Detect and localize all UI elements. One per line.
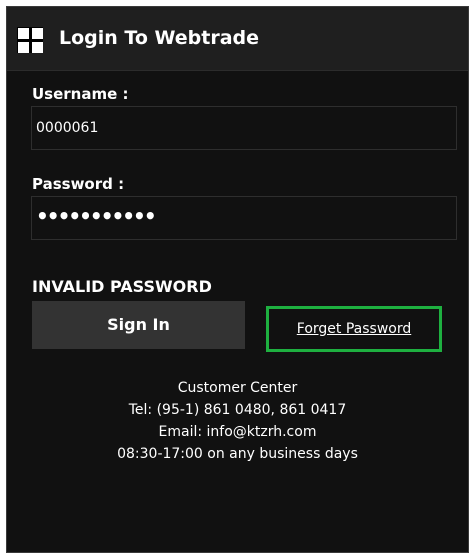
login-panel: Login To Webtrade Username : 0000061 Pas… [6, 6, 469, 553]
customer-center-info: Customer Center Tel: (95-1) 861 0480, 86… [7, 377, 468, 465]
panel-title: Login To Webtrade [59, 27, 260, 49]
forget-password-link[interactable]: Forget Password [297, 321, 411, 337]
title-bar: Login To Webtrade [7, 7, 468, 71]
sign-in-button[interactable]: Sign In [32, 301, 245, 349]
password-label: Password : [32, 175, 125, 193]
username-label: Username : [32, 85, 129, 103]
error-message: INVALID PASSWORD [32, 277, 212, 296]
contact-email: Email: info@ktzrh.com [158, 424, 317, 440]
contact-hours: 08:30-17:00 on any business days [117, 446, 358, 462]
password-field[interactable]: ••••••••••• [31, 196, 457, 240]
forget-password-highlight: Forget Password [266, 306, 442, 352]
username-field[interactable]: 0000061 [31, 106, 457, 150]
windows-grid-icon [17, 27, 43, 53]
contact-title: Customer Center [177, 380, 298, 396]
contact-tel: Tel: (95-1) 861 0480, 861 0417 [128, 402, 347, 418]
